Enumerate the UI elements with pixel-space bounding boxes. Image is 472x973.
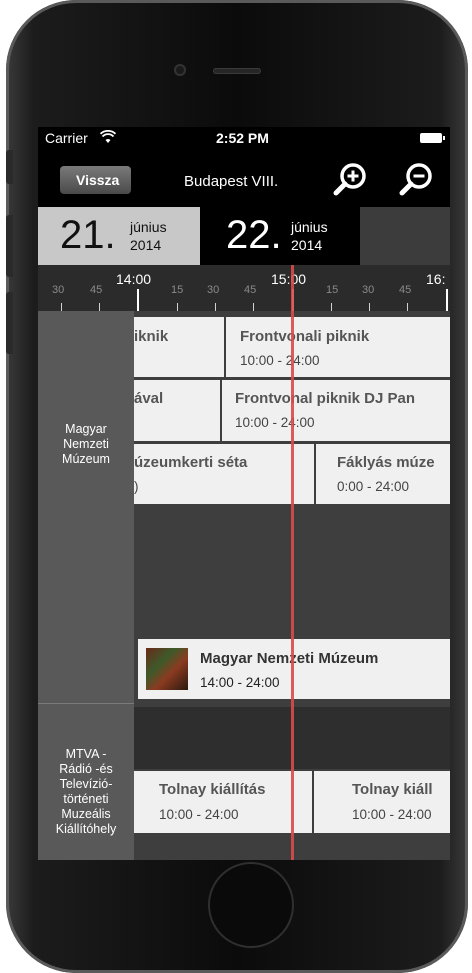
ruler-minute-label: 45 <box>90 284 103 296</box>
event-card[interactable]: Frontvonal piknik DJ Pan 10:00 - 24:00 <box>222 380 450 441</box>
venue-mtva[interactable]: MTVA - Rádió -és Televízió- történeti Mu… <box>38 704 134 860</box>
ruler-minute-label: 15 <box>171 284 184 296</box>
date-selector: 21. június 2014 22. június 2014 <box>38 207 450 265</box>
zoom-out-icon[interactable] <box>398 162 434 198</box>
ruler-minute-label: 45 <box>399 284 412 296</box>
mute-switch <box>6 150 13 184</box>
ruler-tick <box>369 303 370 311</box>
event-card[interactable]: iknik <box>134 317 224 377</box>
navigation-bar: Vissza Budapest VIII. <box>38 149 450 207</box>
event-card[interactable]: Fáklyás múze 0:00 - 24:00 <box>316 444 450 504</box>
battery-icon <box>420 133 445 143</box>
volume-down-button <box>6 292 13 354</box>
event-card[interactable]: Tolnay kiállítás 10:00 - 24:00 <box>134 771 312 833</box>
event-card[interactable]: ával <box>134 380 220 441</box>
ruler-tick <box>446 289 448 311</box>
ruler-tick <box>61 303 62 311</box>
status-bar: Carrier 2:52 PM <box>38 127 450 149</box>
earpiece-speaker <box>213 68 261 74</box>
event-card-with-thumbnail[interactable]: Magyar Nemzeti Múzeum 14:00 - 24:00 <box>138 639 450 699</box>
date-day: 22. <box>226 213 282 257</box>
clock: 2:52 PM <box>216 130 269 146</box>
date-year: 2014 <box>130 237 162 253</box>
ruler-tick <box>253 303 254 311</box>
ruler-minute-label: 45 <box>244 284 257 296</box>
wifi-icon <box>99 129 117 147</box>
ruler-tick <box>99 303 100 311</box>
zoom-in-icon[interactable] <box>332 162 368 198</box>
ruler-minute-label: 30 <box>52 284 65 296</box>
event-card[interactable]: Frontvonali piknik 10:00 - 24:00 <box>226 317 450 377</box>
event-card[interactable]: Tolnay kiáll 10:00 - 24:00 <box>314 771 450 833</box>
ruler-tick <box>177 303 178 311</box>
date-tab-21[interactable]: 21. június 2014 <box>38 207 200 265</box>
event-thumbnail-image <box>146 648 188 690</box>
date-tab-22[interactable]: 22. június 2014 <box>200 207 360 265</box>
ruler-minute-label: 30 <box>207 284 220 296</box>
time-ruler[interactable]: 30 45 14:00 15 30 45 15:00 15 30 45 16: <box>38 265 450 311</box>
venue-name: Magyar Nemzeti Múzeum <box>62 422 110 466</box>
ruler-tick <box>407 303 408 311</box>
ruler-hour-label: 16: <box>426 271 446 287</box>
nav-title: Budapest VIII. <box>184 173 279 190</box>
venue-name: MTVA - Rádió -és Televízió- történeti Mu… <box>55 747 117 836</box>
date-month: június <box>291 219 328 235</box>
volume-up-button <box>6 215 13 277</box>
ruler-tick <box>137 289 139 311</box>
ruler-tick <box>331 303 332 311</box>
date-month: június <box>130 219 167 235</box>
date-day: 21. <box>60 213 116 257</box>
ruler-hour-label: 14:00 <box>116 271 152 287</box>
home-button[interactable] <box>208 862 294 948</box>
back-button[interactable]: Vissza <box>60 166 132 194</box>
carrier-label: Carrier <box>45 130 88 146</box>
ruler-minute-label: 15 <box>326 284 339 296</box>
current-time-line <box>291 265 294 860</box>
app-screen: Carrier 2:52 PM Vissza Budapest VIII. 21… <box>38 127 450 860</box>
ruler-tick <box>215 303 216 311</box>
event-card[interactable]: úzeumkerti séta ) <box>134 444 314 504</box>
front-camera <box>174 64 186 76</box>
date-year: 2014 <box>291 237 323 253</box>
ruler-hour-label: 15:00 <box>271 271 307 287</box>
ruler-minute-label: 30 <box>362 284 375 296</box>
venue-magyar-nemzeti-muzeum[interactable]: Magyar Nemzeti Múzeum <box>38 311 134 704</box>
